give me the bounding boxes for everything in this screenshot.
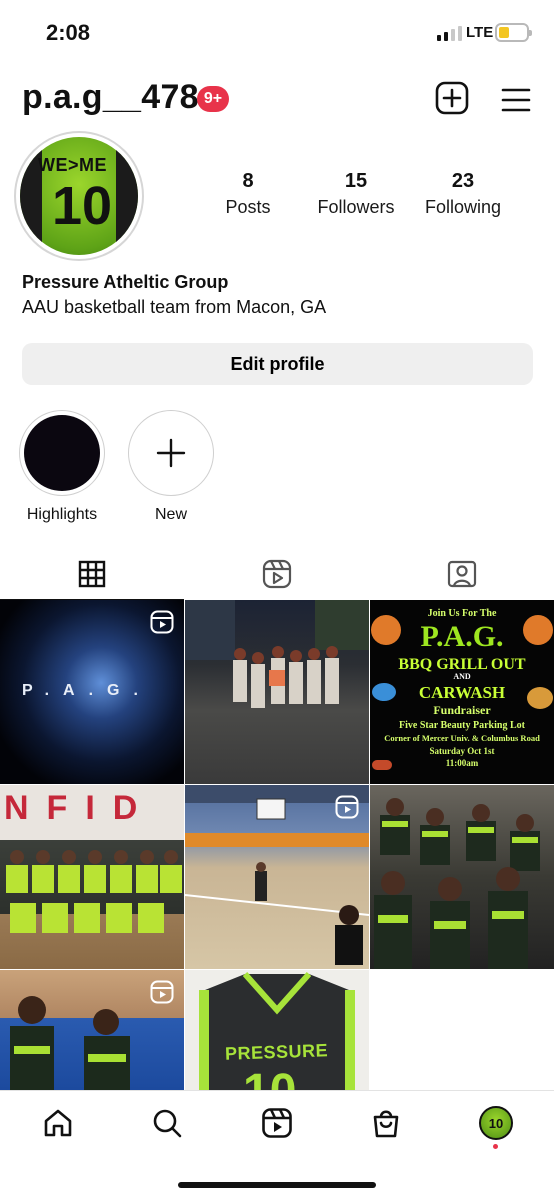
new-highlight-circle: [128, 410, 214, 496]
players-photo: [374, 798, 540, 969]
signal-icon: [437, 26, 462, 41]
bio-text: AAU basketball team from Macon, GA: [22, 297, 327, 317]
shopping-bag-icon: [373, 1110, 399, 1138]
following-stat[interactable]: 23 Following: [408, 170, 518, 218]
notification-badge[interactable]: 9+: [197, 86, 229, 112]
tab-tagged[interactable]: [370, 548, 554, 600]
post-thumbnail[interactable]: Join Us For The P.A.G. BBQ GRILL OUT AND…: [370, 600, 554, 784]
posts-stat[interactable]: 8 Posts: [193, 170, 303, 218]
post-thumbnail[interactable]: P.A.G.: [0, 600, 184, 784]
edit-profile-button[interactable]: Edit profile: [22, 343, 533, 385]
highlight-cover: [19, 410, 105, 496]
reel-indicator-icon: [150, 610, 174, 634]
post-thumbnail[interactable]: [370, 785, 554, 969]
jersey-word: PRESSURE: [224, 1040, 329, 1064]
post-title-text: P.A.G.: [22, 682, 152, 699]
plus-square-icon: [435, 81, 469, 115]
followers-label: Followers: [317, 197, 395, 217]
flyer-graphics: [371, 615, 553, 770]
new-highlight-label: New: [154, 506, 187, 523]
new-highlight-button[interactable]: New: [128, 410, 214, 524]
post-thumbnail[interactable]: [0, 970, 184, 1090]
jersey-number: 10: [243, 1064, 296, 1090]
hamburger-menu-icon: [501, 88, 531, 112]
status-time: 2:08: [46, 20, 91, 45]
menu-button[interactable]: [498, 82, 534, 118]
avatar-jersey-text: WE>ME: [38, 155, 108, 175]
followers-stat[interactable]: 15 Followers: [301, 170, 411, 218]
reel-indicator-icon: [150, 980, 174, 1004]
nav-search[interactable]: [147, 1103, 187, 1143]
nav-shop[interactable]: [366, 1103, 406, 1143]
username[interactable]: p.a.g__478: [22, 78, 199, 117]
profile-tabs: [0, 548, 554, 600]
home-indicator[interactable]: [178, 1182, 376, 1188]
team-photo: [6, 850, 182, 933]
new-post-button[interactable]: [434, 80, 470, 116]
highlight-item[interactable]: Highlights: [19, 410, 105, 524]
following-label: Following: [424, 197, 502, 217]
post-thumbnail[interactable]: NFID: [0, 785, 184, 969]
notification-dot: [493, 1144, 498, 1149]
network-type: LTE: [466, 24, 494, 41]
tab-posts-grid[interactable]: [0, 548, 184, 600]
tagged-icon: [447, 560, 477, 588]
reel-indicator-icon: [335, 795, 359, 819]
home-icon: [44, 1109, 72, 1137]
avatar-jersey-number: 10: [52, 176, 113, 236]
post-thumbnail[interactable]: [185, 785, 369, 969]
search-icon: [153, 1109, 182, 1138]
nav-home[interactable]: [38, 1103, 78, 1143]
post-thumbnail[interactable]: PRESSURE 10: [185, 970, 369, 1090]
following-count: 23: [451, 170, 475, 192]
profile-avatar-icon: 10: [479, 1106, 513, 1140]
profile-avatar[interactable]: WE>ME 10: [14, 131, 144, 261]
reels-icon: [262, 559, 292, 589]
highlight-label: Highlights: [26, 506, 98, 523]
plus-icon: [156, 438, 186, 468]
status-bar: 2:08 LTE: [0, 0, 554, 70]
avatar-image: WE>ME 10: [20, 137, 138, 255]
followers-count: 15: [344, 170, 368, 192]
tab-reels[interactable]: [185, 548, 369, 600]
profile-header: p.a.g__478 9+: [0, 76, 554, 124]
battery-icon: [495, 23, 532, 42]
posts-grid: P.A.G. Join Us For The P.A.G. BBQ GRILL …: [0, 600, 554, 1090]
posts-count: 8: [242, 170, 254, 192]
bio-name: Pressure Atheltic Group: [22, 272, 229, 292]
posts-label: Posts: [225, 197, 271, 217]
group-photo: [185, 600, 369, 708]
nav-reels[interactable]: [257, 1103, 297, 1143]
grid-icon: [78, 560, 106, 588]
reels-icon: [262, 1108, 292, 1138]
bottom-navigation: 10: [0, 1090, 554, 1152]
post-thumbnail[interactable]: [185, 600, 369, 784]
nav-profile[interactable]: 10: [476, 1103, 516, 1143]
